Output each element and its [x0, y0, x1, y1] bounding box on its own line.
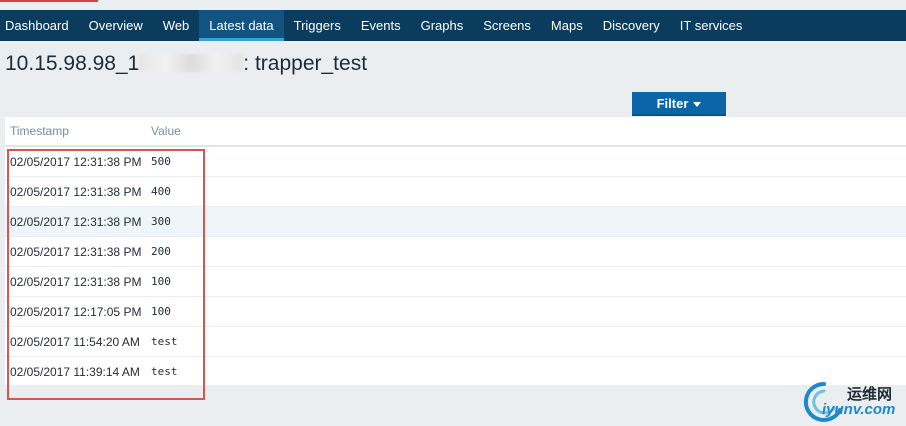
nav-item-events[interactable]: Events [351, 10, 411, 41]
nav-item-discovery[interactable]: Discovery [593, 10, 670, 41]
page-title: 10.15.98.98_1 : trapper_test [5, 52, 367, 76]
nav-item-screens[interactable]: Screens [473, 10, 541, 41]
page-title-item: : trapper_test [243, 52, 368, 75]
main-nav: Dashboard Overview Web Latest data Trigg… [0, 10, 906, 41]
column-header-value[interactable]: Value [151, 124, 181, 138]
watermark-logo: 运维网 iyunv.com [802, 380, 902, 424]
nav-item-maps[interactable]: Maps [541, 10, 593, 41]
filter-button[interactable]: Filter [632, 92, 726, 116]
caret-down-icon [693, 101, 702, 107]
filter-bar: Filter [5, 91, 906, 117]
table-header: Timestamp Value [5, 117, 906, 147]
column-header-timestamp[interactable]: Timestamp [5, 124, 151, 138]
annotation-highlight-box [7, 149, 205, 400]
nav-item-graphs[interactable]: Graphs [411, 10, 474, 41]
nav-item-dashboard[interactable]: Dashboard [0, 10, 79, 41]
nav-item-triggers[interactable]: Triggers [284, 10, 351, 41]
redacted-blur [139, 54, 244, 72]
nav-item-overview[interactable]: Overview [79, 10, 153, 41]
top-accent-bar [0, 0, 98, 2]
watermark-en-text: iyunv.com [822, 401, 896, 418]
filter-button-label: Filter [656, 95, 689, 111]
nav-item-web[interactable]: Web [153, 10, 200, 41]
nav-item-latest-data[interactable]: Latest data [199, 10, 284, 41]
nav-item-it-services[interactable]: IT services [670, 10, 753, 41]
page-title-host: 10.15.98.98_1 [5, 52, 140, 75]
